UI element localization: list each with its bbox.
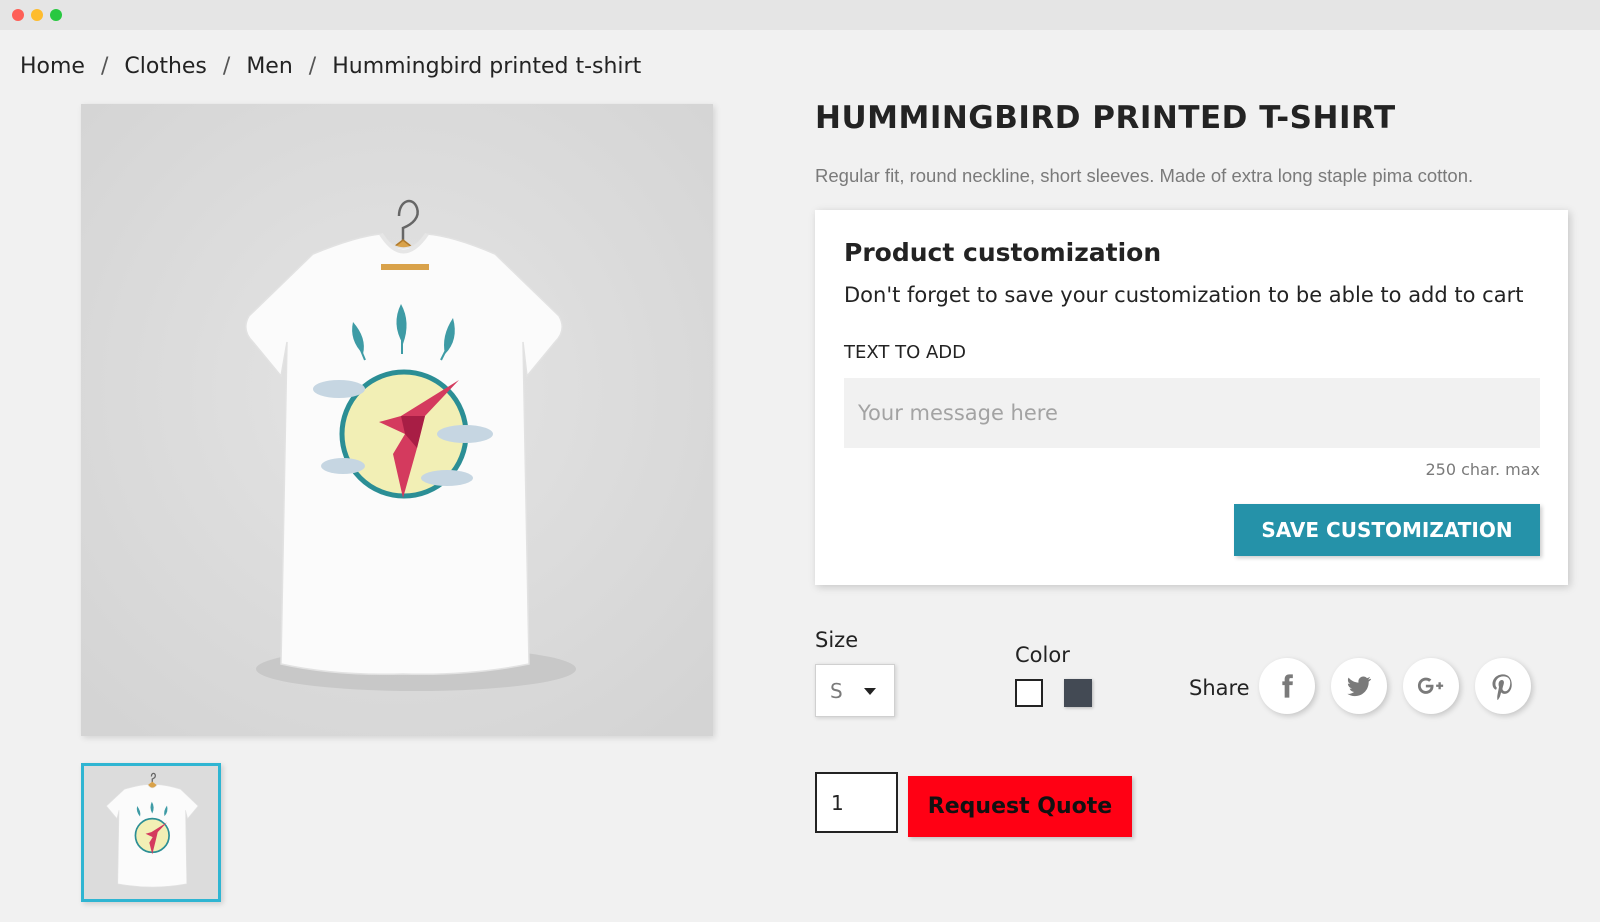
request-quote-button[interactable]: Request Quote [908, 776, 1132, 837]
color-swatch-white[interactable] [1015, 679, 1043, 707]
breadcrumb-separator: / [100, 54, 109, 79]
customization-title: Product customization [844, 238, 1162, 267]
share-label: Share [1189, 676, 1250, 700]
maximize-window-button[interactable] [50, 9, 62, 21]
color-label: Color [1015, 643, 1070, 667]
size-selected-value: S [830, 678, 843, 703]
pinterest-icon [1492, 674, 1512, 700]
tshirt-thumbnail-illustration [84, 766, 218, 899]
close-window-button[interactable] [12, 9, 24, 21]
size-select[interactable]: S [815, 664, 895, 717]
product-description: Regular fit, round neckline, short sleev… [815, 165, 1474, 186]
window-titlebar [0, 0, 1600, 30]
char-limit-hint: 250 char. max [1425, 460, 1540, 479]
tshirt-illustration [81, 104, 713, 736]
color-swatch-dark-gray[interactable] [1064, 679, 1092, 707]
chevron-down-icon [864, 688, 876, 695]
share-google-plus-button[interactable] [1403, 658, 1459, 714]
customization-message-input[interactable] [844, 378, 1540, 448]
breadcrumb: Home / Clothes / Men / Hummingbird print… [20, 54, 641, 79]
breadcrumb-clothes[interactable]: Clothes [124, 54, 207, 79]
breadcrumb-home[interactable]: Home [20, 54, 85, 79]
product-thumbnail[interactable] [81, 763, 221, 902]
breadcrumb-separator: / [222, 54, 231, 79]
facebook-icon [1282, 674, 1293, 698]
size-label: Size [815, 628, 859, 652]
google-plus-icon [1417, 677, 1444, 694]
product-main-image[interactable] [81, 104, 713, 736]
share-pinterest-button[interactable] [1475, 658, 1531, 714]
breadcrumb-separator: / [308, 54, 317, 79]
quantity-input[interactable] [815, 772, 898, 833]
product-title: HUMMINGBIRD PRINTED T-SHIRT [815, 100, 1396, 136]
text-to-add-label: TEXT TO ADD [844, 342, 967, 363]
save-customization-button[interactable]: SAVE CUSTOMIZATION [1234, 504, 1540, 556]
breadcrumb-current: Hummingbird printed t-shirt [332, 54, 642, 79]
twitter-icon [1347, 676, 1372, 697]
breadcrumb-men[interactable]: Men [246, 54, 292, 79]
customization-note: Don't forget to save your customization … [844, 283, 1524, 307]
share-facebook-button[interactable] [1259, 658, 1315, 714]
share-twitter-button[interactable] [1331, 658, 1387, 714]
product-customization-panel: Product customization Don't forget to sa… [815, 210, 1568, 585]
minimize-window-button[interactable] [31, 9, 43, 21]
browser-window: Home / Clothes / Men / Hummingbird print… [0, 0, 1600, 922]
